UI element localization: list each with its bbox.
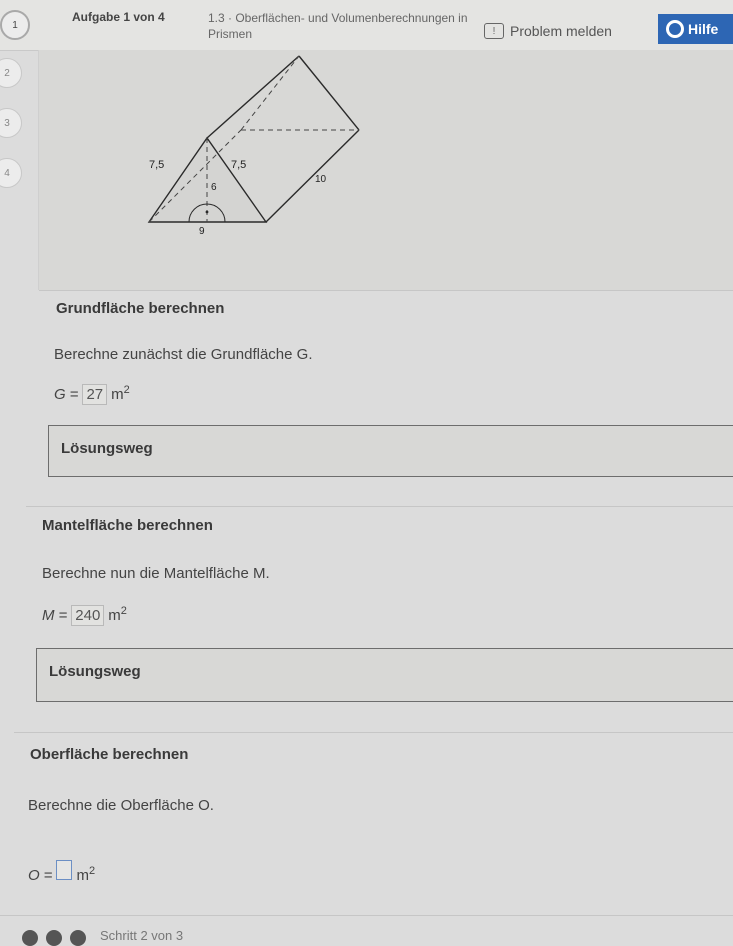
lifebuoy-icon [666, 20, 684, 38]
prism-hidden-edge-top [240, 55, 300, 131]
section-3-equation: O = m2 [28, 860, 95, 884]
grundflaeche-input[interactable]: 27 [82, 384, 108, 405]
equals-sign: = [43, 867, 53, 884]
mantelflaeche-input[interactable]: 240 [71, 605, 105, 626]
section-1-var: G [54, 386, 66, 403]
label-side-right: 7,5 [231, 159, 246, 171]
section-1-title: Grundfläche berechnen [56, 300, 225, 317]
step-3-label: 3 [4, 117, 10, 129]
help-label: Hilfe [688, 21, 719, 37]
label-base: 9 [199, 226, 205, 237]
section-2-unit: m2 [108, 605, 127, 624]
section-2-solution-label: Lösungsweg [49, 663, 141, 680]
right-angle-dot [205, 210, 209, 214]
problem-report-label: Problem melden [510, 23, 612, 39]
section-2-text: Berechne nun die Mantelfläche M. [42, 565, 270, 582]
section-1-solution-button[interactable]: Lösungsweg [48, 425, 733, 477]
prism-bottom-right-edge [265, 129, 360, 223]
step-progress-text: Schritt 2 von 3 [100, 928, 184, 943]
step-1-button[interactable]: 1 [0, 10, 30, 40]
section-2-equation: M = 240 m2 [42, 605, 127, 626]
progress-dot-2 [46, 930, 62, 946]
section-title: 1.3 · Oberflächen- und Volumenberechnung… [208, 11, 468, 41]
problem-report-button[interactable]: ! Problem melden [484, 20, 612, 42]
step-2-label: 2 [4, 67, 10, 79]
label-length: 10 [315, 174, 327, 185]
top-bar: 1 Aufgabe 1 von 4 1.3 · Oberflächen- und… [0, 0, 733, 51]
oberflaeche-input[interactable] [56, 860, 73, 880]
section-divider-2 [14, 732, 733, 733]
step-1-label: 1 [12, 19, 18, 31]
section-1-equation: G = 27 m2 [54, 384, 130, 405]
section-1-unit: m2 [111, 384, 130, 403]
step-4-button[interactable]: 4 [0, 158, 22, 188]
progress-dot-3 [70, 930, 86, 946]
section-3-var: O [28, 867, 40, 884]
section-1-text: Berechne zunächst die Grundfläche G. [54, 346, 313, 363]
prism-figure-area: 7,5 7,5 6 9 10 [39, 50, 733, 290]
progress-dot-1 [22, 930, 38, 946]
section-2-title: Mantelfläche berechnen [42, 517, 213, 534]
figure-divider [39, 290, 733, 291]
prism-back-right-edge [298, 55, 360, 131]
section-3-title: Oberfläche berechnen [30, 746, 189, 763]
prism-top-edge [206, 55, 300, 139]
section-3-unit: m2 [76, 865, 96, 884]
task-counter: Aufgabe 1 von 4 [72, 10, 165, 24]
section-2-var: M [42, 607, 55, 624]
step-3-button[interactable]: 3 [0, 108, 22, 138]
equals-sign: = [58, 607, 68, 624]
label-side-left: 7,5 [149, 159, 164, 171]
section-2-solution-button[interactable]: Lösungsweg [36, 648, 733, 702]
step-4-label: 4 [4, 167, 10, 179]
equals-sign: = [69, 386, 79, 403]
section-divider-1 [26, 506, 733, 507]
section-1-solution-label: Lösungsweg [61, 440, 153, 457]
alert-icon: ! [484, 23, 504, 39]
help-button[interactable]: Hilfe [658, 14, 733, 44]
label-height: 6 [211, 182, 217, 193]
section-divider-3 [0, 915, 733, 916]
prism-diagram: 7,5 7,5 6 9 10 [147, 55, 360, 237]
section-3-text: Berechne die Oberfläche O. [28, 797, 214, 814]
step-2-button[interactable]: 2 [0, 58, 22, 88]
